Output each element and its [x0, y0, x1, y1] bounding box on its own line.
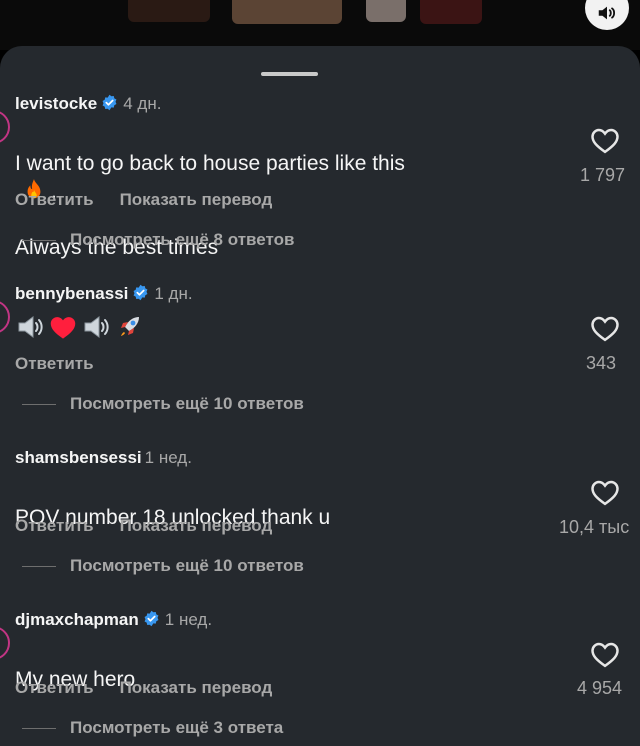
- comment-actions: Ответить Показать перевод: [15, 516, 272, 536]
- reply-button[interactable]: Ответить: [15, 678, 94, 697]
- video-frame-region: [232, 0, 342, 24]
- heart-outline-icon[interactable]: [590, 478, 620, 506]
- replies-divider: [22, 728, 56, 730]
- speaker-icon: [598, 6, 616, 20]
- video-frame-region: [128, 0, 210, 22]
- speaker-icon: [84, 316, 109, 338]
- comment-time: 1 дн.: [154, 284, 193, 303]
- heart-icon: [50, 317, 76, 339]
- reply-button[interactable]: Ответить: [15, 354, 94, 373]
- sheet-drag-handle[interactable]: [261, 72, 318, 76]
- rocket-icon: [121, 317, 139, 336]
- view-replies-label: Посмотреть ещё 10 ответов: [70, 556, 304, 575]
- comment-time: 4 дн.: [123, 94, 162, 113]
- like-count: 4 954: [577, 678, 623, 698]
- comment-text-line: I want to go back to house parties like …: [15, 152, 405, 175]
- reply-button[interactable]: Ответить: [15, 516, 94, 535]
- comment-header: djmaxchapman 1 нед.: [15, 610, 212, 630]
- translate-button[interactable]: Показать перевод: [120, 516, 273, 535]
- comment-actions: Ответить: [15, 354, 120, 374]
- video-preview[interactable]: [0, 0, 640, 50]
- like-count: 1 797: [580, 165, 626, 185]
- speaker-icon: [18, 316, 43, 338]
- comment-emoji-text: [15, 312, 143, 342]
- heart-outline-icon[interactable]: [590, 640, 620, 668]
- reply-button[interactable]: Ответить: [15, 190, 94, 209]
- view-replies-button[interactable]: Посмотреть ещё 3 ответа: [22, 718, 283, 738]
- comment-header: shamsbensessi 1 нед.: [15, 448, 192, 468]
- view-replies-button[interactable]: Посмотреть ещё 10 ответов: [22, 394, 304, 414]
- like-count: 343: [586, 353, 617, 373]
- replies-divider: [22, 404, 56, 406]
- translate-button[interactable]: Показать перевод: [120, 678, 273, 697]
- verified-badge-icon: [133, 284, 148, 301]
- avatar[interactable]: [0, 300, 10, 334]
- comment-username[interactable]: levistocke: [15, 94, 97, 113]
- comment-username[interactable]: djmaxchapman: [15, 610, 139, 629]
- replies-divider: [22, 240, 56, 242]
- avatar[interactable]: [0, 110, 10, 144]
- view-replies-button[interactable]: Посмотреть ещё 8 ответов: [22, 230, 294, 250]
- verified-badge-icon: [144, 610, 159, 627]
- comment-time: 1 нед.: [164, 610, 213, 629]
- video-frame-region: [420, 0, 482, 24]
- view-replies-label: Посмотреть ещё 8 ответов: [70, 230, 295, 249]
- sound-toggle-button[interactable]: [585, 0, 629, 30]
- view-replies-label: Посмотреть ещё 10 ответов: [70, 394, 304, 413]
- replies-divider: [22, 566, 56, 568]
- comment-actions: Ответить Показать перевод: [15, 678, 272, 698]
- comment-actions: Ответить Показать перевод: [15, 190, 272, 210]
- view-replies-label: Посмотреть ещё 3 ответа: [70, 718, 284, 737]
- comment-header: levistocke 4 дн.: [15, 94, 161, 114]
- verified-badge-icon: [102, 94, 117, 111]
- comment-username[interactable]: shamsbensessi: [15, 448, 142, 467]
- view-replies-button[interactable]: Посмотреть ещё 10 ответов: [22, 556, 304, 576]
- comments-sheet: levistocke 4 дн. I want to go back to hou…: [0, 46, 640, 746]
- heart-outline-icon[interactable]: [590, 126, 620, 154]
- comment-username[interactable]: bennybenassi: [15, 284, 128, 303]
- comment-time: 1 нед.: [144, 448, 192, 467]
- heart-outline-icon[interactable]: [590, 314, 620, 342]
- video-frame-region: [366, 0, 406, 22]
- comment-header: bennybenassi 1 дн.: [15, 284, 193, 304]
- translate-button[interactable]: Показать перевод: [120, 190, 273, 209]
- avatar[interactable]: [0, 626, 10, 660]
- like-count: 10,4 тыс: [559, 517, 630, 537]
